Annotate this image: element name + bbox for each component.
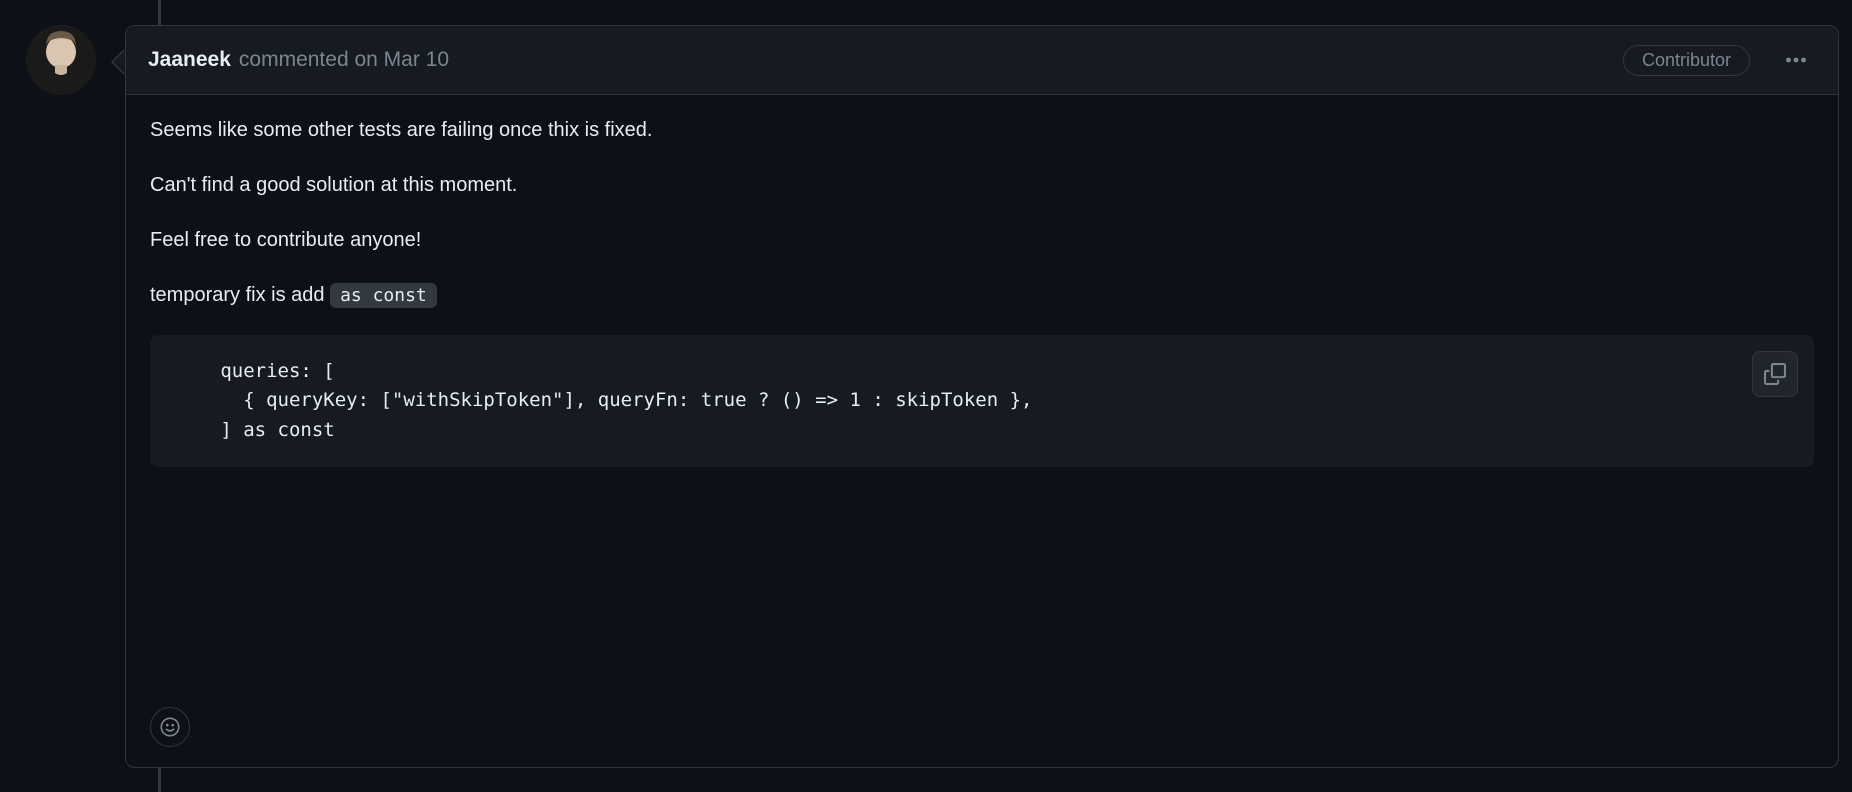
comment-caret-fill [113, 50, 125, 74]
comment-text: temporary fix is add [150, 284, 330, 306]
comment-actions-menu-button[interactable] [1776, 42, 1816, 78]
copy-icon [1764, 363, 1786, 385]
comment-paragraph: Seems like some other tests are failing … [150, 115, 1814, 146]
avatar[interactable] [26, 25, 96, 95]
comment-author-link[interactable]: Jaaneek [148, 48, 231, 72]
comment-action-text: commented on Mar 10 [239, 48, 449, 72]
copy-code-button[interactable] [1752, 351, 1798, 397]
comment-paragraph: Feel free to contribute anyone! [150, 225, 1814, 256]
comment-body: Seems like some other tests are failing … [126, 95, 1838, 707]
add-reaction-button[interactable] [150, 707, 190, 747]
comment-header: Jaaneek commented on Mar 10 Contributor [126, 26, 1838, 95]
comment-timestamp-link[interactable]: on Mar 10 [354, 48, 449, 71]
comment-paragraph: Can't find a good solution at this momen… [150, 170, 1814, 201]
reactions-bar [126, 707, 1838, 767]
comment-action-verb: commented [239, 48, 355, 71]
contributor-badge: Contributor [1623, 45, 1750, 76]
kebab-icon [1784, 48, 1808, 72]
avatar-image [26, 25, 96, 95]
smiley-icon [159, 716, 181, 738]
code-content: queries: [ { queryKey: ["withSkipToken"]… [186, 357, 1778, 445]
comment-container: Jaaneek commented on Mar 10 Contributor … [125, 25, 1839, 768]
code-block: queries: [ { queryKey: ["withSkipToken"]… [150, 335, 1814, 467]
comment-paragraph: temporary fix is add as const [150, 280, 1814, 311]
inline-code: as const [330, 283, 437, 308]
